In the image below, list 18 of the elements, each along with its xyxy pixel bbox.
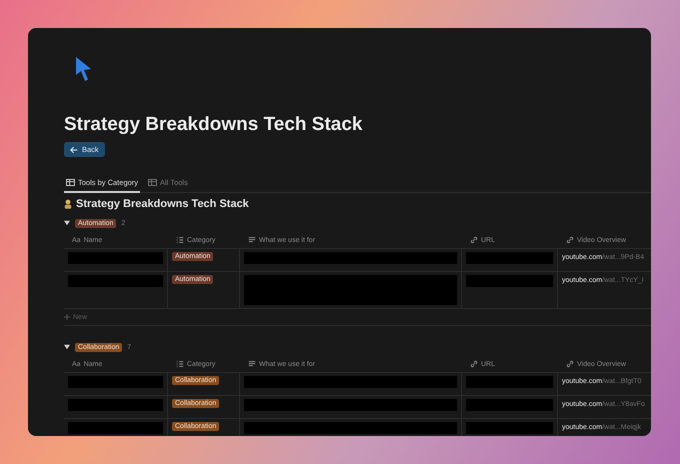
paragraph-icon <box>248 360 256 368</box>
list-icon <box>176 236 184 244</box>
table-icon <box>148 179 158 186</box>
page-title: Strategy Breakdowns Tech Stack <box>64 114 364 136</box>
arrow-left-icon <box>70 146 78 154</box>
plus-icon <box>64 314 70 320</box>
person-icon <box>64 199 72 209</box>
table-icon <box>66 179 75 186</box>
link-icon <box>470 236 478 244</box>
caret-icon[interactable] <box>64 220 70 226</box>
link-icon <box>566 236 574 244</box>
link-icon <box>566 360 574 368</box>
cursor-icon <box>75 56 93 82</box>
paragraph-icon <box>248 236 256 244</box>
list-icon <box>176 360 184 368</box>
caret-icon[interactable] <box>64 344 70 350</box>
link-icon <box>470 360 478 368</box>
database-title: Strategy Breakdowns Tech Stack <box>76 198 249 210</box>
